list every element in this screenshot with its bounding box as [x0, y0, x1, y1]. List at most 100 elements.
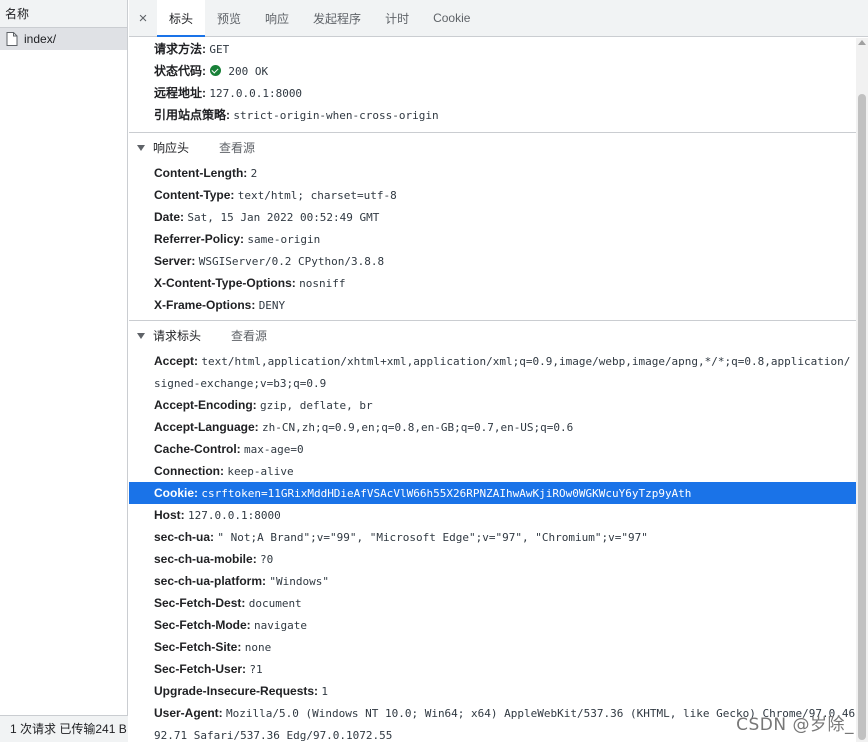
general-row-status-code[interactable]: 状态代码: 200 OK [129, 60, 856, 82]
header-key: Referrer-Policy: [154, 232, 245, 246]
request-header-row[interactable]: Sec-Fetch-User: ?1 [129, 658, 856, 680]
header-key: 请求方法: [154, 42, 206, 56]
response-header-row[interactable]: X-Content-Type-Options: nosniff [129, 272, 856, 294]
request-header-row[interactable]: Upgrade-Insecure-Requests: 1 [129, 680, 856, 702]
header-key: Sec-Fetch-User: [154, 662, 247, 676]
response-headers-section[interactable]: 响应头 查看源 [129, 132, 856, 162]
header-key: Content-Length: [154, 166, 248, 180]
header-value: same-origin [247, 233, 321, 246]
name-column-header[interactable]: 名称 [0, 0, 127, 28]
header-value: nosniff [299, 277, 346, 290]
response-header-row[interactable]: Server: WSGIServer/0.2 CPython/3.8.8 [129, 250, 856, 272]
request-header-row[interactable]: Sec-Fetch-Mode: navigate [129, 614, 856, 636]
header-key: sec-ch-ua: [154, 530, 215, 544]
vertical-scrollbar[interactable] [856, 38, 868, 742]
header-value: "Windows" [269, 575, 329, 588]
request-headers-section[interactable]: 请求标头 查看源 [129, 320, 856, 350]
response-header-row[interactable]: Date: Sat, 15 Jan 2022 00:52:49 GMT [129, 206, 856, 228]
headers-content: 请求方法: GET 状态代码: 200 OK 远程地址: 127.0.0.1:8… [129, 38, 856, 742]
header-value: gzip, deflate, br [260, 399, 373, 412]
response-header-row[interactable]: Content-Type: text/html; charset=utf-8 [129, 184, 856, 206]
header-value: text/html; charset=utf-8 [237, 189, 397, 202]
request-header-row[interactable]: Sec-Fetch-Site: none [129, 636, 856, 658]
header-value: 127.0.0.1:8000 [188, 509, 281, 522]
request-header-row[interactable]: sec-ch-ua-platform: "Windows" [129, 570, 856, 592]
header-value: ?1 [249, 663, 263, 676]
tab-timing[interactable]: 计时 [373, 0, 421, 36]
header-key: Server: [154, 254, 196, 268]
header-value-continued: 92.71 Safari/537.36 Edg/97.0.1072.55 [154, 729, 393, 742]
header-value: none [244, 641, 272, 654]
header-key: User-Agent: [154, 706, 223, 720]
request-header-row[interactable]: Cache-Control: max-age=0 [129, 438, 856, 460]
tab-cookies[interactable]: Cookie [421, 0, 482, 36]
header-key: Sec-Fetch-Site: [154, 640, 242, 654]
response-header-row[interactable]: Referrer-Policy: same-origin [129, 228, 856, 250]
header-value: GET [209, 43, 230, 56]
request-row-index[interactable]: index/ [0, 28, 127, 50]
header-value: text/html,application/xhtml+xml,applicat… [201, 355, 851, 368]
request-header-row-accept-continued: signed-exchange;v=b3;q=0.9 [129, 372, 856, 394]
request-header-row[interactable]: sec-ch-ua: " Not;A Brand";v="99", "Micro… [129, 526, 856, 548]
response-header-row[interactable]: Content-Length: 2 [129, 162, 856, 184]
response-header-row[interactable]: X-Frame-Options: DENY [129, 294, 856, 316]
header-value: zh-CN,zh;q=0.9,en;q=0.8,en-GB;q=0.7,en-U… [262, 421, 574, 434]
check-circle-icon [210, 65, 221, 76]
header-key: Upgrade-Insecure-Requests: [154, 684, 319, 698]
header-key: Accept-Language: [154, 420, 259, 434]
header-key: X-Content-Type-Options: [154, 276, 296, 290]
request-header-row[interactable]: Accept-Encoding: gzip, deflate, br [129, 394, 856, 416]
header-key: 状态代码: [154, 64, 206, 78]
document-icon [6, 32, 18, 46]
header-value: DENY [258, 299, 286, 312]
header-value: 2 [250, 167, 258, 180]
request-summary-status: 1 次请求 已传输241 B [0, 715, 128, 742]
header-key: Date: [154, 210, 185, 224]
header-key: Host: [154, 508, 185, 522]
header-value: 200 OK [228, 65, 269, 78]
header-key: Content-Type: [154, 188, 235, 202]
view-source-link[interactable]: 查看源 [231, 321, 267, 351]
tab-preview[interactable]: 预览 [205, 0, 253, 36]
header-key: Cache-Control: [154, 442, 241, 456]
header-key: Cookie: [154, 486, 199, 500]
header-value: navigate [254, 619, 308, 632]
header-value: max-age=0 [244, 443, 304, 456]
request-header-row-cookie-selected[interactable]: Cookie: csrftoken=11GRixMddHDieAfVSAcVlW… [129, 482, 856, 504]
request-header-row[interactable]: Sec-Fetch-Dest: document [129, 592, 856, 614]
request-header-row[interactable]: sec-ch-ua-mobile: ?0 [129, 548, 856, 570]
tab-response[interactable]: 响应 [253, 0, 301, 36]
header-value: csrftoken=11GRixMddHDieAfVSAcVlW66h55X26… [201, 487, 692, 500]
header-key: X-Frame-Options: [154, 298, 256, 312]
general-row-referrer-policy[interactable]: 引用站点策略: strict-origin-when-cross-origin [129, 104, 856, 126]
view-source-link[interactable]: 查看源 [219, 133, 255, 163]
request-list-panel: 名称 index/ 1 次请求 已传输241 B [0, 0, 128, 742]
tab-initiator[interactable]: 发起程序 [301, 0, 373, 36]
request-name: index/ [24, 32, 57, 46]
header-value: keep-alive [227, 465, 294, 478]
header-key: Sec-Fetch-Dest: [154, 596, 246, 610]
request-header-row[interactable]: Accept-Language: zh-CN,zh;q=0.9,en;q=0.8… [129, 416, 856, 438]
request-header-row[interactable]: Connection: keep-alive [129, 460, 856, 482]
header-key: 引用站点策略: [154, 108, 230, 122]
header-value: ?0 [260, 553, 274, 566]
header-value: WSGIServer/0.2 CPython/3.8.8 [198, 255, 385, 268]
request-header-row-accept[interactable]: Accept: text/html,application/xhtml+xml,… [129, 350, 856, 372]
request-header-row[interactable]: Host: 127.0.0.1:8000 [129, 504, 856, 526]
header-key: Sec-Fetch-Mode: [154, 618, 251, 632]
header-value: strict-origin-when-cross-origin [233, 109, 439, 122]
tab-headers[interactable]: 标头 [157, 0, 206, 37]
scrollbar-thumb[interactable] [858, 94, 866, 740]
scroll-up-arrow-icon[interactable] [858, 40, 866, 45]
section-title: 响应头 [153, 140, 190, 155]
general-row-request-method[interactable]: 请求方法: GET [129, 38, 856, 60]
header-value: document [248, 597, 302, 610]
close-icon[interactable]: × [129, 0, 157, 36]
detail-tab-bar: × 标头 预览 响应 发起程序 计时 Cookie [129, 0, 868, 37]
general-row-remote-address[interactable]: 远程地址: 127.0.0.1:8000 [129, 82, 856, 104]
header-key: Accept-Encoding: [154, 398, 257, 412]
header-value: Sat, 15 Jan 2022 00:52:49 GMT [187, 211, 380, 224]
header-value: " Not;A Brand";v="99", "Microsoft Edge";… [217, 531, 648, 544]
watermark-text: CSDN @岁除_ [736, 715, 854, 735]
header-value-continued: signed-exchange;v=b3;q=0.9 [154, 377, 327, 390]
